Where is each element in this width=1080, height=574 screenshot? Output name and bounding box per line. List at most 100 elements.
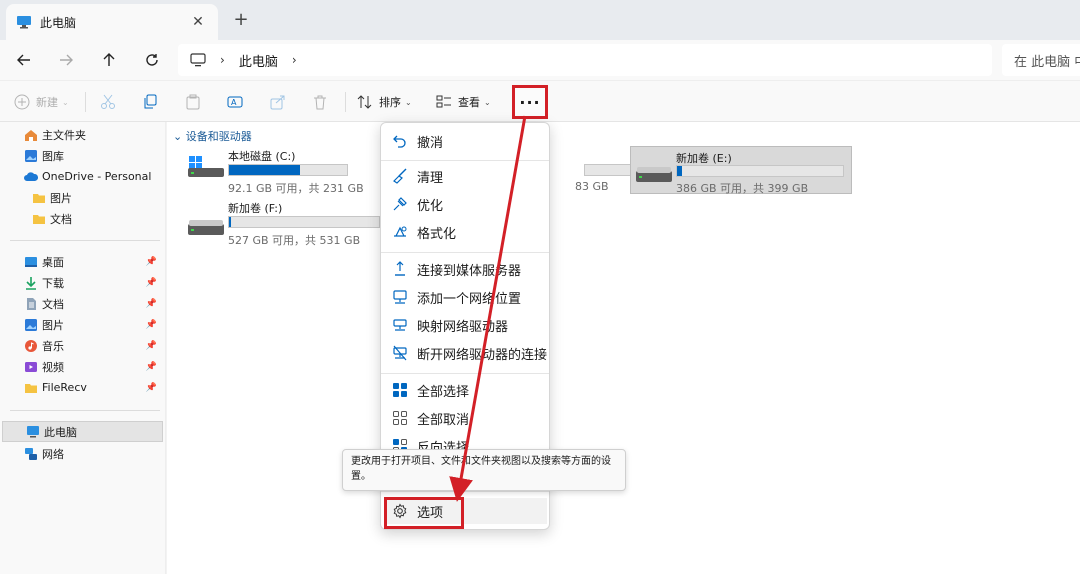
sidebar-item-label: 下载 <box>42 276 64 290</box>
search-input[interactable]: 在 此电脑 中 <box>1002 44 1080 76</box>
pin-icon[interactable]: 📌 <box>146 362 157 372</box>
sort-icon <box>357 95 372 109</box>
sidebar-item-gallery[interactable]: 图库 <box>0 145 163 166</box>
drive-usage-bar <box>584 164 634 176</box>
pin-icon[interactable]: 📌 <box>146 320 157 330</box>
sidebar-item-home[interactable]: 主文件夹 <box>0 124 163 145</box>
new-label: 新建 <box>36 96 58 109</box>
select-none-icon <box>391 409 409 427</box>
sidebar-item-onedrive-pictures[interactable]: 图片 <box>0 187 163 208</box>
sort-label: 排序 <box>379 96 401 109</box>
back-button[interactable] <box>11 48 37 72</box>
view-button[interactable]: 查看 ⌄ <box>436 90 491 114</box>
sidebar-item-music[interactable]: 音乐 📌 <box>0 335 163 356</box>
new-tab-button[interactable]: + <box>230 9 252 31</box>
sidebar-item-label: 桌面 <box>42 255 64 269</box>
windows-drive-icon <box>188 156 224 177</box>
menu-item-label: 格式化 <box>417 226 457 242</box>
see-more-button[interactable]: ··· <box>512 85 548 119</box>
copy-button[interactable] <box>142 90 158 114</box>
menu-item-undo[interactable]: 撤消 <box>385 128 547 154</box>
tab-this-pc[interactable]: 此电脑 ✕ <box>6 4 218 40</box>
sidebar-item-label: 主文件夹 <box>42 128 86 142</box>
sidebar-item-documents[interactable]: 文档 📌 <box>0 293 163 314</box>
menu-item-format[interactable]: 格式化 <box>385 219 547 245</box>
close-icon[interactable]: ✕ <box>188 14 208 30</box>
arrow-up-icon <box>103 53 115 66</box>
chevron-right-icon[interactable]: › <box>292 53 297 67</box>
sidebar-item-network[interactable]: 网络 <box>0 443 163 464</box>
up-button[interactable] <box>96 48 122 72</box>
drive-usage-fill <box>677 166 682 176</box>
drive-f[interactable]: 新加卷 (F:) 527 GB 可用，共 531 GB <box>183 200 405 248</box>
menu-item-label: 清理 <box>417 170 444 186</box>
share-icon <box>270 95 285 110</box>
options-highlight-box <box>384 497 464 529</box>
clipboard-icon <box>186 94 200 110</box>
address-bar[interactable]: › 此电脑 › <box>178 44 992 76</box>
pin-icon[interactable]: 📌 <box>146 257 157 267</box>
drive-usage-bar <box>676 165 844 177</box>
breadcrumb[interactable]: 此电脑 <box>239 51 278 70</box>
group-header[interactable]: ⌄ 设备和驱动器 <box>173 128 252 144</box>
pin-icon[interactable]: 📌 <box>146 341 157 351</box>
scissors-icon <box>101 94 115 109</box>
sidebar-item-onedrive-documents[interactable]: 文档 <box>0 208 163 229</box>
drive-c[interactable]: 本地磁盘 (C:) 92.1 GB 可用，共 231 GB <box>183 148 405 196</box>
sidebar-item-onedrive[interactable]: OneDrive - Personal <box>0 166 163 187</box>
paste-button[interactable] <box>185 90 201 114</box>
menu-item-disconnect-network-drive[interactable]: 断开网络驱动器的连接 <box>385 340 547 366</box>
monitor-icon <box>190 53 206 67</box>
menu-item-media-server[interactable]: 连接到媒体服务器 <box>385 256 547 282</box>
sidebar-item-label: 图片 <box>42 318 64 332</box>
drive-info: 527 GB 可用，共 531 GB <box>228 234 361 247</box>
pin-icon[interactable]: 📌 <box>146 278 157 288</box>
sidebar-divider <box>10 240 160 241</box>
menu-divider <box>381 491 549 492</box>
sidebar-item-downloads[interactable]: 下载 📌 <box>0 272 163 293</box>
home-icon <box>25 129 37 141</box>
arrow-right-icon <box>60 54 73 66</box>
menu-item-label: 断开网络驱动器的连接 <box>417 347 548 363</box>
menu-item-add-network-location[interactable]: 添加一个网络位置 <box>385 284 547 310</box>
chevron-down-icon: ⌄ <box>484 97 491 107</box>
menu-item-select-all[interactable]: 全部选择 <box>385 377 547 403</box>
sidebar-item-pictures[interactable]: 图片 📌 <box>0 314 163 335</box>
group-title: 设备和驱动器 <box>185 130 252 143</box>
new-button[interactable]: 新建 ⌄ <box>14 90 69 114</box>
menu-item-optimize[interactable]: 优化 <box>385 191 547 217</box>
sidebar-item-desktop[interactable]: 桌面 📌 <box>0 251 163 272</box>
pin-icon[interactable]: 📌 <box>146 383 157 393</box>
share-button[interactable] <box>270 90 286 114</box>
monitor-icon <box>17 16 31 29</box>
menu-item-select-none[interactable]: 全部取消 <box>385 405 547 431</box>
menu-item-map-network-drive[interactable]: 映射网络驱动器 <box>385 312 547 338</box>
sidebar-divider <box>10 410 160 411</box>
sidebar-item-this-pc[interactable]: 此电脑 <box>2 421 163 442</box>
drive-icon <box>636 167 672 182</box>
drive-name: 新加卷 (F:) <box>228 202 283 215</box>
delete-button[interactable] <box>312 90 328 114</box>
sidebar-item-filerecv[interactable]: FileRecv 📌 <box>0 377 163 398</box>
pin-icon[interactable]: 📌 <box>146 299 157 309</box>
drive-e[interactable]: 新加卷 (E:) 386 GB 可用，共 399 GB <box>630 146 852 195</box>
sidebar-item-label: 图片 <box>50 191 72 205</box>
rename-button[interactable]: A <box>227 90 243 114</box>
video-icon <box>25 361 37 372</box>
sort-button[interactable]: 排序 ⌄ <box>357 90 412 114</box>
menu-item-label: 添加一个网络位置 <box>417 291 522 307</box>
plus-circle-icon <box>14 94 30 110</box>
refresh-button[interactable] <box>139 48 165 72</box>
cut-button[interactable] <box>100 90 116 114</box>
pictures-icon <box>25 318 37 331</box>
drive-usage-bar <box>228 216 380 228</box>
drive-name: 新加卷 (E:) <box>676 152 732 165</box>
trash-icon <box>314 95 326 110</box>
drive-usage-bar <box>228 164 348 176</box>
folder-icon <box>33 214 45 224</box>
forward-button[interactable] <box>53 48 79 72</box>
menu-item-label: 撤消 <box>417 135 444 151</box>
menu-item-cleanup[interactable]: 清理 <box>385 163 547 189</box>
svg-text:A: A <box>231 98 237 107</box>
sidebar-item-videos[interactable]: 视频 📌 <box>0 356 163 377</box>
